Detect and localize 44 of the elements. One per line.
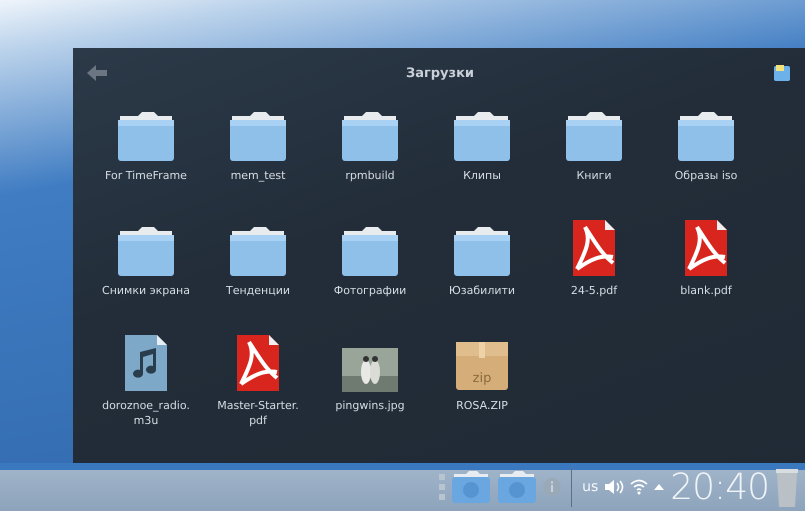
pdf-document-icon [683, 219, 729, 277]
file-name[interactable]: blank.pdf [680, 283, 732, 298]
trash-icon[interactable] [775, 467, 799, 507]
folder-icon [564, 110, 624, 162]
file-name[interactable]: doroznoe_radio. m3u [102, 398, 190, 428]
file-name[interactable]: ROSA.ZIP [456, 398, 508, 413]
file-name[interactable]: 24-5.pdf [570, 283, 618, 298]
file-name[interactable]: Снимки экрана [102, 283, 190, 298]
folder-task-icon[interactable] [451, 470, 492, 504]
wifi-icon[interactable] [630, 479, 648, 495]
volume-icon[interactable] [604, 479, 624, 495]
folder-icon [228, 225, 288, 277]
file-name[interactable]: Образы iso [674, 168, 738, 183]
file-name[interactable]: Тенденции [226, 283, 290, 298]
pdf-document-icon [571, 219, 617, 277]
zip-label: zip [472, 371, 492, 386]
folder-icon [116, 110, 176, 162]
folder-icon [452, 110, 512, 162]
file-name[interactable]: Клипы [463, 168, 501, 183]
up-arrow-icon[interactable] [654, 484, 664, 490]
window-title: Загрузки [406, 66, 474, 80]
file-name[interactable]: For TimeFrame [105, 168, 187, 183]
file-name[interactable]: rpmbuild [345, 168, 395, 183]
file-name[interactable]: Master-Starter. pdf [217, 398, 299, 428]
folder-icon [452, 225, 512, 277]
drag-handle-icon[interactable] [439, 474, 446, 500]
folder-view-icon[interactable] [772, 64, 791, 82]
package-box-icon [454, 340, 510, 392]
back-arrow-icon[interactable] [87, 65, 107, 81]
penguins-photo-thumbnail [342, 348, 398, 392]
file-name[interactable]: pingwins.jpg [335, 398, 405, 413]
file-name[interactable]: Юзабилити [448, 283, 516, 298]
folder-icon [116, 225, 176, 277]
file-name[interactable]: Книги [576, 168, 612, 183]
file-name[interactable]: Фотографии [334, 283, 406, 298]
folder-icon [340, 110, 400, 162]
folder-icon [228, 110, 288, 162]
music-file-icon [123, 334, 169, 392]
file-name[interactable]: mem_test [230, 168, 286, 183]
info-icon[interactable] [543, 478, 562, 496]
folder-icon [340, 225, 400, 277]
folder-icon [676, 110, 736, 162]
folder-task-icon[interactable] [497, 470, 538, 504]
pdf-document-icon [235, 334, 281, 392]
